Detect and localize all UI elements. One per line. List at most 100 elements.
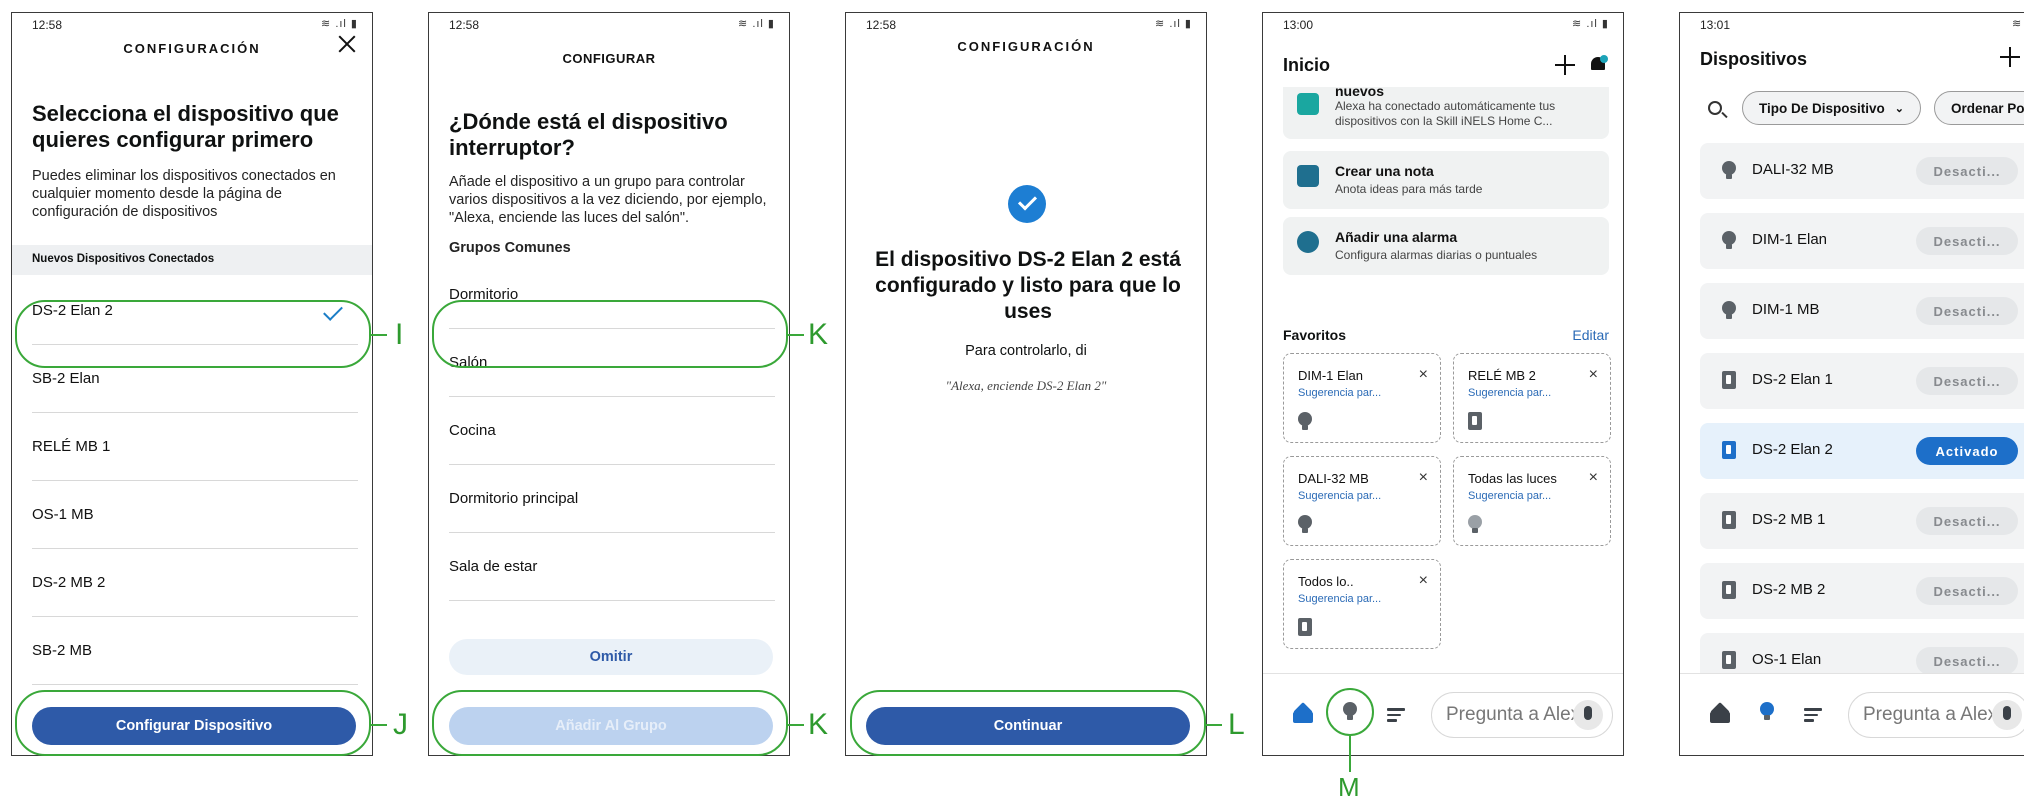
status-bar: 12:58 ≋ .ıl ▮ [429,13,789,37]
switch-icon [1722,441,1736,459]
device-name: DIM-1 Elan [1752,231,1828,248]
device-state-toggle[interactable]: Desacti... [1916,157,2018,185]
device-row[interactable]: DIM-1 Elan Desacti... [1700,213,2024,269]
switch-icon [1722,651,1736,669]
add-alarm-card[interactable]: Añadir una alarma Configura alarmas diar… [1283,217,1609,275]
switch-icon [1468,412,1484,432]
screen-choose-group: 12:58 ≋ .ıl ▮ CONFIGURAR ¿Dónde está el … [428,12,790,756]
device-row[interactable]: DS-2 MB 2 Desacti... [1700,563,2024,619]
wifi-icon [1297,93,1319,115]
device-name: DS-2 Elan 2 [1752,441,1833,458]
status-time: 12:58 [32,18,63,32]
screen-devices: 13:01 ≋ .ıl ▮ Dispositivos Tipo De Dispo… [1679,12,2024,756]
device-state-toggle[interactable]: Desacti... [1916,297,2018,325]
header-title: CONFIGURACIÓN [123,41,261,56]
device-state-toggle[interactable]: Desacti... [1916,647,2018,675]
favorite-tile[interactable]: RELÉ MB 2 Sugerencia par... × [1453,353,1611,443]
section-header: Nuevos Dispositivos Conectados [12,245,372,275]
chip-label: Ordenar Por [1951,100,2024,116]
sort-filter[interactable]: Ordenar Por [1934,91,2024,125]
remove-favorite-icon[interactable]: × [1419,366,1428,384]
microphone-icon[interactable] [1573,700,1603,730]
alarm-icon [1297,231,1319,253]
remove-favorite-icon[interactable]: × [1589,366,1598,384]
device-state-toggle[interactable]: Desacti... [1916,577,2018,605]
remove-favorite-icon[interactable]: × [1419,469,1428,487]
device-name: DS-2 MB 2 [1752,581,1826,598]
add-icon[interactable] [1555,55,1575,75]
device-state-toggle[interactable]: Desacti... [1916,367,2018,395]
more-list-icon[interactable] [1387,708,1405,722]
close-icon[interactable] [336,33,358,55]
device-label: OS-1 MB [32,506,94,523]
status-icons: ≋ .ıl ▮ [1572,18,1609,30]
home-icon[interactable] [1710,705,1730,723]
note-icon [1297,165,1319,187]
remove-favorite-icon[interactable]: × [1419,572,1428,590]
header-title: CONFIGURACIÓN [957,39,1095,54]
device-name: DALI-32 MB [1752,161,1834,178]
annotation-label: L [1228,708,1245,741]
skip-button[interactable]: Omitir [449,639,773,675]
section-header: Grupos Comunes [449,240,571,256]
annotation-connector [371,334,387,336]
list-item[interactable]: OS-1 MB [32,481,358,549]
device-state-toggle[interactable]: Desacti... [1916,227,2018,255]
page-title: Dispositivos [1700,49,1808,69]
microphone-icon[interactable] [1992,700,2022,730]
screen-setup-complete: 12:58 ≋ .ıl ▮ CONFIGURACIÓN El dispositi… [845,12,1207,756]
voice-example: "Alexa, enciende DS-2 Elan 2" [945,378,1107,393]
annotation-highlight [15,300,371,368]
list-item[interactable]: Sala de estar [449,533,775,601]
status-bar: 13:01 ≋ .ıl ▮ [1680,13,2024,37]
list-item[interactable]: Cocina [449,397,775,465]
favorite-name: DIM-1 Elan [1298,368,1364,383]
list-item[interactable]: SB-2 MB [32,617,358,685]
list-item[interactable]: DS-2 MB 2 [32,549,358,617]
device-row[interactable]: DIM-1 MB Desacti... [1700,283,2024,339]
create-note-card[interactable]: Crear una nota Anota ideas para más tard… [1283,151,1609,209]
group-label: Dormitorio principal [449,490,579,507]
device-label: SB-2 Elan [32,370,100,387]
devices-bulb-icon[interactable] [1760,702,1774,720]
device-row[interactable]: DS-2 Elan 1 Desacti... [1700,353,2024,409]
edit-favorites-link[interactable]: Editar [1572,327,1609,343]
favorite-tile[interactable]: Todas las luces Sugerencia par... × [1453,456,1611,546]
bulb-icon [1298,412,1314,432]
bottom-nav: Pregunta a Alexa [1263,673,1623,755]
annotation-highlight [432,690,788,756]
bulb-icon [1722,231,1736,249]
device-row[interactable]: DS-2 MB 1 Desacti... [1700,493,2024,549]
search-icon[interactable] [1708,101,1722,115]
alexa-connected-card[interactable]: nuevos Alexa ha conectado automáticament… [1283,83,1609,139]
favorite-tile[interactable]: DALI-32 MB Sugerencia par... × [1283,456,1441,546]
card-title: Añadir una alarma [1335,229,1458,245]
favorite-name: Todas las luces [1468,471,1557,486]
annotation-label: J [393,708,408,741]
more-list-icon[interactable] [1804,708,1822,722]
remove-favorite-icon[interactable]: × [1589,469,1598,487]
notifications-bell-icon[interactable] [1589,55,1608,73]
annotation-connector [1349,736,1351,772]
list-item[interactable]: RELÉ MB 1 [32,413,358,481]
device-label: SB-2 MB [32,642,93,659]
status-time: 13:00 [1283,18,1314,32]
favorite-tile[interactable]: DIM-1 Elan Sugerencia par... × [1283,353,1441,443]
favorites-heading: Favoritos [1283,327,1347,343]
annotation-label: I [395,318,404,351]
add-device-icon[interactable] [2000,47,2020,67]
favorite-hint: Sugerencia par... [1468,490,1552,502]
annotation-connector [788,334,804,336]
switch-icon [1722,511,1736,529]
device-state-toggle[interactable]: Desacti... [1916,507,2018,535]
device-row[interactable]: DS-2 Elan 2 Activado [1700,423,2024,479]
home-icon[interactable] [1293,705,1313,723]
page-title: ¿Dónde está el dispositivo interruptor? [449,109,728,160]
device-row[interactable]: DALI-32 MB Desacti... [1700,143,2024,199]
switches-icon [1298,618,1314,638]
favorite-tile[interactable]: Todos lo.. Sugerencia par... × [1283,559,1441,649]
list-item[interactable]: Dormitorio principal [449,465,775,533]
device-type-filter[interactable]: Tipo De Dispositivo ⌄ [1742,91,1921,125]
device-state-toggle[interactable]: Activado [1916,437,2018,465]
device-label: RELÉ MB 1 [32,438,111,455]
